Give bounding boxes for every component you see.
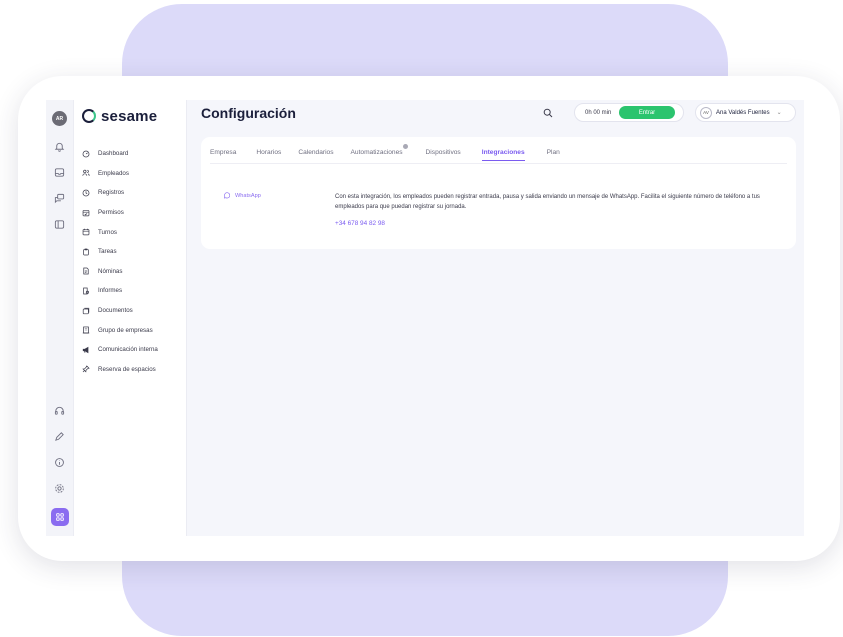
sidebar-item-comunicacion-interna[interactable]: Comunicación interna [82,340,186,360]
megaphone-icon [82,346,89,353]
inbox-icon[interactable] [54,166,66,178]
dashboard-icon [82,150,90,158]
sidebar-item-informes[interactable]: Informes [82,281,186,301]
main-content: Configuración 0h 00 min Entrar AV Ana Va… [187,100,804,536]
sidebar-item-grupo-de-empresas[interactable]: Grupo de empresas [82,320,186,340]
document-icon [83,267,89,275]
page-title: Configuración [201,105,296,121]
integration-whatsapp[interactable]: WhatsApp [223,192,261,199]
nav-list: Dashboard Empleados Registros Permisos T… [82,144,186,379]
sidebar-item-label: Informes [98,287,123,295]
pin-icon [82,365,90,373]
panel-icon[interactable] [54,218,66,230]
clock-icon [82,189,90,197]
sidebar-item-turnos[interactable]: Turnos [82,222,186,242]
tab-label: Automatizaciones [350,149,403,156]
sidebar-item-label: Dashboard [98,150,129,158]
users-icon [82,170,90,177]
sidebar-item-label: Turnos [98,228,118,236]
sidebar-item-label: Documentos [98,307,133,315]
logo-text: sesame [101,107,158,125]
headset-icon[interactable] [54,404,66,416]
tabs-divider [210,163,787,164]
tab-automatizaciones[interactable]: Automatizaciones [350,144,408,156]
sidebar-item-nominas[interactable]: Nóminas [82,262,186,282]
logo-mark-icon [82,109,96,123]
sidebar-nav: sesame Dashboard Empleados Registros Per… [74,100,187,536]
integration-description: Con esta integración, los empleados pued… [335,194,760,210]
building-icon [82,326,90,334]
settings-icon[interactable] [54,482,66,494]
clock-in-button[interactable]: Entrar [619,106,675,119]
sidebar-item-label: Tareas [98,248,117,256]
report-icon [83,287,90,295]
calendar-icon [82,228,90,236]
bell-icon[interactable] [54,140,66,152]
chat-icon[interactable] [54,192,66,204]
notification-dot-icon [402,144,408,149]
sidebar-item-tareas[interactable]: Tareas [82,242,186,262]
sidebar-item-label: Permisos [98,209,124,217]
integration-phone[interactable]: +34 678 94 82 98 [335,220,385,227]
settings-card: Empresa Horarios Calendarios Automatizac… [201,137,796,249]
logo[interactable]: sesame [82,107,186,125]
icon-rail: AR [46,100,74,536]
tab-calendarios[interactable]: Calendarios [298,149,333,156]
tab-integraciones[interactable]: Integraciones [481,149,525,161]
tab-plan[interactable]: Plan [547,149,560,156]
sidebar-item-empleados[interactable]: Empleados [82,164,186,184]
user-avatar[interactable]: AR [52,111,67,126]
search-icon[interactable] [543,108,553,118]
user-menu[interactable]: AV Ana Valdés Fuentes ⌄ [695,103,796,122]
sidebar-item-label: Reserva de espacios [98,365,156,373]
sidebar-item-label: Empleados [98,169,129,177]
pen-icon[interactable] [54,430,66,442]
avatar: AV [700,106,712,119]
integration-name: WhatsApp [235,192,261,199]
sidebar-item-label: Comunicación interna [98,346,158,354]
clipboard-icon [83,248,89,256]
chevron-down-icon: ⌄ [776,110,782,116]
tab-empresa[interactable]: Empresa [210,149,236,156]
tab-dispositivos[interactable]: Dispositivos [426,149,461,156]
sidebar-item-dashboard[interactable]: Dashboard [82,144,186,164]
clock-time: 0h 00 min [585,109,612,116]
sidebar-item-permisos[interactable]: Permisos [82,203,186,223]
info-icon[interactable] [54,456,66,468]
app-window: AR sesame Dashboard Empleados Registros … [46,100,804,536]
time-clock: 0h 00 min Entrar [574,103,684,122]
sidebar-item-documentos[interactable]: Documentos [82,301,186,321]
sidebar-item-registros[interactable]: Registros [82,183,186,203]
sidebar-item-label: Registros [98,189,125,197]
folder-icon [82,307,90,314]
user-name: Ana Valdés Fuentes [716,109,770,116]
tab-horarios[interactable]: Horarios [256,149,281,156]
sidebar-item-reserva-de-espacios[interactable]: Reserva de espacios [82,360,186,380]
whatsapp-icon [223,192,230,199]
sidebar-item-label: Nóminas [98,267,123,275]
apps-icon[interactable] [50,508,69,526]
stage: AR sesame Dashboard Empleados Registros … [0,0,843,637]
calendar-check-icon [82,209,90,216]
tab-bar: Empresa Horarios Calendarios Automatizac… [210,144,560,161]
sidebar-item-label: Grupo de empresas [98,326,153,334]
